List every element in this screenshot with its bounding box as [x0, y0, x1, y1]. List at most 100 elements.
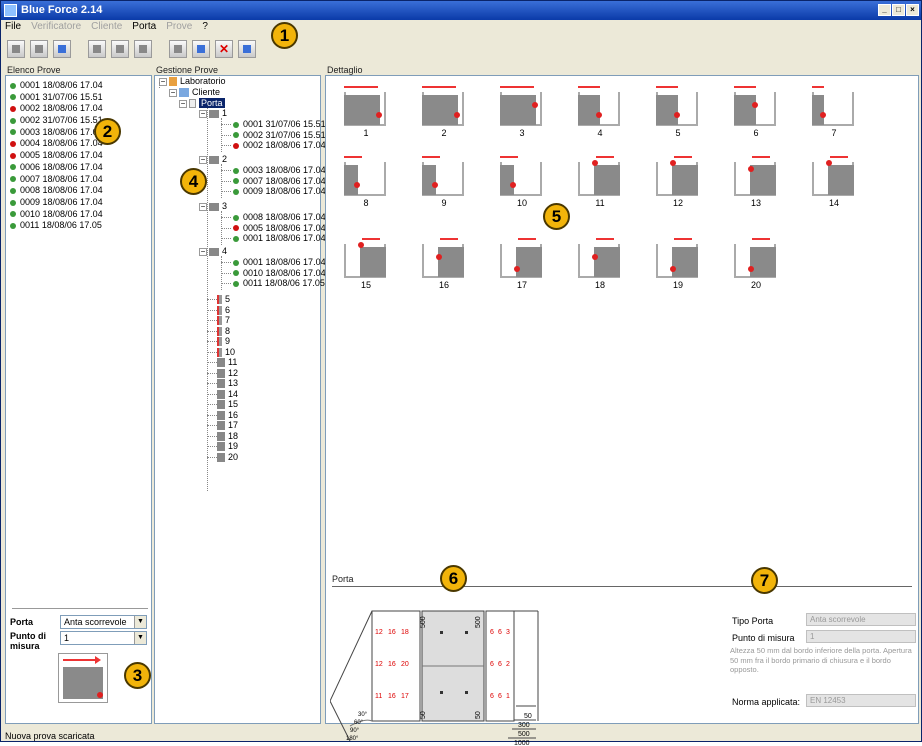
norma-field[interactable]: EN 12453 — [806, 694, 916, 707]
tree-node-test[interactable]: 0001 18/08/06 17.04 — [233, 233, 326, 244]
chevron-down-icon[interactable]: ▼ — [134, 616, 146, 628]
point-thumbnail[interactable]: 7 — [806, 82, 862, 138]
point-thumbnail[interactable]: 2 — [416, 82, 472, 138]
tree-node-point-8[interactable]: 8 — [217, 326, 230, 337]
point-thumbnail[interactable]: 16 — [416, 234, 472, 290]
tree-node-point-16[interactable]: 16 — [217, 410, 238, 421]
point-thumbnail[interactable]: 14 — [806, 152, 862, 208]
point-thumbnail[interactable]: 18 — [572, 234, 628, 290]
tree-node-point-5[interactable]: 5 — [217, 294, 230, 305]
tree-node-point-6[interactable]: 6 — [217, 305, 230, 316]
menu-item-1[interactable]: Verificatore — [31, 20, 81, 34]
tree-node-point-1[interactable]: −1 — [199, 108, 227, 119]
point-thumbnail[interactable]: 12 — [650, 152, 706, 208]
point-thumbnail[interactable]: 5 — [650, 82, 706, 138]
tree-node-point-20[interactable]: 20 — [217, 452, 238, 463]
save-icon[interactable] — [53, 40, 71, 58]
point-thumbnail[interactable]: 10 — [494, 152, 550, 208]
maximize-button[interactable]: □ — [892, 4, 905, 16]
tree-node-point-11[interactable]: 11 — [217, 357, 237, 368]
tree-node-point-19[interactable]: 19 — [217, 441, 238, 452]
tree-node-test[interactable]: 0003 18/08/06 17.04 — [233, 165, 326, 176]
new-doc-icon[interactable] — [7, 40, 25, 58]
list-item[interactable]: 0001 18/08/06 17.04 — [6, 80, 151, 92]
point-thumbnail[interactable]: 8 — [338, 152, 394, 208]
tree-node-test[interactable]: 0001 31/07/06 15.51 — [233, 119, 326, 130]
menu-item-5[interactable]: ? — [202, 20, 208, 34]
point-thumbnail[interactable]: 17 — [494, 234, 550, 290]
tree-node-point-10[interactable]: 10 — [217, 347, 235, 358]
tree-node-point-14[interactable]: 14 — [217, 389, 238, 400]
door-icon[interactable] — [134, 40, 152, 58]
point-thumbnail[interactable]: 4 — [572, 82, 628, 138]
user-icon[interactable] — [88, 40, 106, 58]
close-button[interactable]: × — [906, 4, 919, 16]
tree-node-point-3[interactable]: −3 — [199, 201, 227, 212]
tree-node-point-2[interactable]: −2 — [199, 154, 227, 165]
tree-node-point-4[interactable]: −4 — [199, 246, 227, 257]
menu-item-2[interactable]: Cliente — [91, 20, 122, 34]
list-item[interactable]: 0009 18/08/06 17.04 — [6, 197, 151, 209]
tree-node-test[interactable]: 0009 18/08/06 17.04 — [233, 186, 326, 197]
list-item[interactable]: 0002 31/07/06 15.51 — [6, 115, 151, 127]
tree-node-test[interactable]: 0005 18/08/06 17.04 — [233, 223, 326, 234]
chart-color-icon[interactable] — [192, 40, 210, 58]
menu-item-4[interactable]: Prove — [166, 20, 192, 34]
tree-node-test[interactable]: 0002 31/07/06 15.51 — [233, 130, 326, 141]
point-thumbnail[interactable]: 3 — [494, 82, 550, 138]
point-thumbnail[interactable]: 19 — [650, 234, 706, 290]
porta-select[interactable]: Anta scorrevole ▼ — [60, 615, 147, 629]
point-thumbnail[interactable]: 15 — [338, 234, 394, 290]
list-item[interactable]: 0011 18/08/06 17.05 — [6, 220, 151, 232]
tree-node-point-7[interactable]: 7 — [217, 315, 230, 326]
chevron-down-icon[interactable]: ▼ — [134, 632, 146, 644]
tree-node-test[interactable]: 0008 18/08/06 17.04 — [233, 212, 326, 223]
list-item[interactable]: 0005 18/08/06 17.04 — [6, 150, 151, 162]
list-item[interactable]: 0008 18/08/06 17.04 — [6, 185, 151, 197]
print-icon[interactable] — [238, 40, 256, 58]
menu-item-0[interactable]: File — [5, 20, 21, 34]
tree-node-point-13[interactable]: 13 — [217, 378, 238, 389]
list-item[interactable]: 0003 18/08/06 17.04 — [6, 127, 151, 139]
tree-node-test[interactable]: 0002 18/08/06 17.04 — [233, 140, 326, 151]
collapse-icon[interactable]: − — [199, 202, 207, 211]
chart-icon[interactable] — [169, 40, 187, 58]
tree-node-test[interactable]: 0001 18/08/06 17.04 — [233, 257, 326, 268]
list-item[interactable]: 0002 18/08/06 17.04 — [6, 103, 151, 115]
collapse-icon[interactable]: − — [169, 88, 177, 97]
tree-node-point-12[interactable]: 12 — [217, 368, 238, 379]
tree-node-client[interactable]: − Cliente — [169, 87, 220, 98]
tree-node-test[interactable]: 0007 18/08/06 17.04 — [233, 176, 326, 187]
collapse-icon[interactable]: − — [179, 99, 187, 108]
collapse-icon[interactable]: − — [199, 109, 207, 118]
list-item[interactable]: 0001 31/07/06 15.51 — [6, 92, 151, 104]
point-thumbnail[interactable]: 11 — [572, 152, 628, 208]
tree-node-test[interactable]: 0010 18/08/06 17.04 — [233, 268, 326, 279]
tree-node-root[interactable]: − Laboratorio — [159, 76, 226, 87]
delete-icon[interactable] — [215, 40, 233, 58]
list-item[interactable]: 0010 18/08/06 17.04 — [6, 209, 151, 221]
point-thumbnail[interactable]: 20 — [728, 234, 784, 290]
collapse-icon[interactable]: − — [199, 247, 207, 256]
collapse-icon[interactable]: − — [199, 155, 207, 164]
list-item[interactable]: 0004 18/08/06 17.04 — [6, 138, 151, 150]
list-item[interactable]: 0007 18/08/06 17.04 — [6, 174, 151, 186]
tree-node-point-18[interactable]: 18 — [217, 431, 238, 442]
open-doc-icon[interactable] — [30, 40, 48, 58]
list-item[interactable]: 0006 18/08/06 17.04 — [6, 162, 151, 174]
point-thumbnail[interactable]: 13 — [728, 152, 784, 208]
punto-misura-field[interactable]: 1 — [806, 630, 916, 643]
tree-node-point-9[interactable]: 9 — [217, 336, 230, 347]
tipo-porta-field[interactable]: Anta scorrevole — [806, 613, 916, 626]
minimize-button[interactable]: _ — [878, 4, 891, 16]
point-thumbnail[interactable]: 9 — [416, 152, 472, 208]
point-thumbnail[interactable]: 6 — [728, 82, 784, 138]
punto-select[interactable]: 1 ▼ — [60, 631, 147, 645]
client-icon[interactable] — [111, 40, 129, 58]
tree-node-point-17[interactable]: 17 — [217, 420, 238, 431]
menu-item-3[interactable]: Porta — [132, 20, 156, 34]
point-thumbnail[interactable]: 1 — [338, 82, 394, 138]
collapse-icon[interactable]: − — [159, 77, 167, 86]
tree-node-test[interactable]: 0011 18/08/06 17.05 — [233, 278, 325, 289]
tree-node-point-15[interactable]: 15 — [217, 399, 238, 410]
